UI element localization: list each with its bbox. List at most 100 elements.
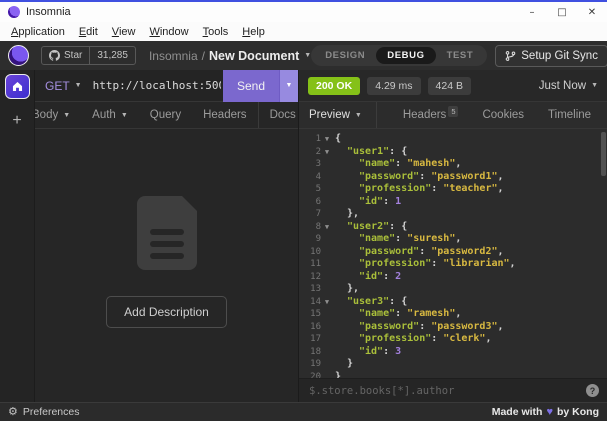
scrollbar-thumb[interactable] [601, 132, 606, 176]
response-tab-cookies[interactable]: Cookies [470, 102, 536, 128]
maximize-icon[interactable]: □ [547, 2, 577, 22]
method-selector[interactable]: GET [45, 79, 70, 93]
request-body-pane: Add Description [35, 129, 298, 402]
status-bar: ⚙ Preferences Made with ♥ by Kong [0, 402, 607, 421]
fold-toggle-icon[interactable]: ▼ [321, 296, 333, 309]
menu-item-edit[interactable]: Edit [72, 26, 105, 38]
github-star-button[interactable]: Star [42, 47, 89, 64]
request-tabs: Body▼Auth▼QueryHeadersDocs [35, 102, 298, 129]
mode-tab-design[interactable]: DESIGN [314, 47, 376, 64]
minimize-icon[interactable]: – [517, 2, 547, 22]
menu-item-help[interactable]: Help [235, 26, 272, 38]
add-workspace-button[interactable]: + [12, 112, 21, 130]
window-controls: – □ ✕ [517, 2, 607, 22]
git-branch-icon [505, 50, 516, 62]
code-text: }, [333, 208, 359, 221]
mode-tab-test[interactable]: TEST [436, 47, 485, 64]
code-line: 19} [299, 358, 607, 371]
code-line: 3 "name": "mahesh", [299, 158, 607, 171]
insomnia-logo-icon [8, 45, 29, 66]
code-line: 11"profession": "librarian", [299, 258, 607, 271]
code-line: 13}, [299, 283, 607, 296]
code-text: }, [333, 283, 359, 296]
line-number: 12 [299, 271, 321, 284]
code-line: 14▼"user3": { [299, 296, 607, 309]
line-number: 3 [299, 158, 321, 171]
add-description-button[interactable]: Add Description [106, 296, 227, 328]
fold-toggle-icon[interactable]: ▼ [321, 133, 333, 146]
time-badge: 4.29 ms [367, 77, 420, 95]
line-number: 9 [299, 233, 321, 246]
star-label: Star [64, 50, 82, 61]
home-button[interactable] [5, 74, 30, 99]
code-line: 8▼"user2": { [299, 221, 607, 234]
code-line: 16"password": "password3", [299, 321, 607, 334]
request-tab-auth[interactable]: Auth▼ [81, 102, 139, 128]
fold-spacer [321, 358, 333, 371]
send-button[interactable]: Send [223, 70, 279, 102]
breadcrumb[interactable]: Insomnia / New Document ▼ [149, 49, 311, 63]
url-bar: GET ▼ Send ▼ [35, 70, 298, 102]
github-icon [49, 50, 60, 61]
fold-spacer [321, 346, 333, 359]
response-history-dropdown[interactable]: Just Now ▼ [539, 80, 598, 92]
request-tab-body[interactable]: Body▼ [35, 102, 81, 128]
code-line: 6"id": 1 [299, 196, 607, 209]
insomnia-window: Insomnia – □ ✕ ApplicationEditViewWindow… [0, 0, 607, 421]
response-tab-timeline[interactable]: Timeline [536, 102, 603, 128]
request-tab-headers[interactable]: Headers [192, 102, 257, 128]
response-tab-preview[interactable]: Preview▼ [299, 102, 377, 128]
response-meta-bar: 200 OK 4.29 ms 424 B Just Now ▼ [299, 70, 607, 102]
heart-icon: ♥ [546, 406, 553, 418]
fold-spacer [321, 208, 333, 221]
code-text: "profession": "clerk", [333, 333, 491, 346]
response-filter-input[interactable] [307, 384, 580, 398]
window-title: Insomnia [26, 6, 71, 18]
line-number: 18 [299, 346, 321, 359]
code-line: 17"profession": "clerk", [299, 333, 607, 346]
line-number: 6 [299, 196, 321, 209]
github-star-widget[interactable]: Star 31,285 [41, 46, 136, 65]
line-number: 1 [299, 133, 321, 146]
star-count[interactable]: 31,285 [89, 47, 135, 64]
menu-item-application[interactable]: Application [4, 26, 72, 38]
code-line: 10"password": "password2", [299, 246, 607, 259]
chevron-down-icon: ▼ [121, 112, 128, 119]
response-preview: 1▼{2▼"user1": {3"name": "mahesh",4"passw… [299, 129, 607, 378]
code-text: "user1": { [333, 146, 407, 159]
help-icon[interactable]: ? [586, 384, 599, 397]
code-text: } [333, 358, 353, 371]
response-tab-headers[interactable]: Headers5 [391, 102, 471, 128]
mode-tab-debug[interactable]: DEBUG [376, 47, 435, 64]
menu-item-tools[interactable]: Tools [196, 26, 236, 38]
fold-toggle-icon[interactable]: ▼ [321, 221, 333, 234]
fold-spacer [321, 283, 333, 296]
main-area: + GET ▼ Send ▼ Body▼Auth▼QueryHeadersDoc… [0, 70, 607, 402]
preferences-button[interactable]: Preferences [23, 406, 80, 418]
setup-git-sync-button[interactable]: Setup Git Sync [495, 45, 607, 67]
fold-spacer [321, 271, 333, 284]
send-dropdown-button[interactable]: ▼ [279, 70, 298, 102]
line-number: 4 [299, 171, 321, 184]
by-kong-text: by Kong [557, 406, 599, 418]
code-text: "name": "mahesh", [333, 158, 461, 171]
response-panel: 200 OK 4.29 ms 424 B Just Now ▼ Preview▼… [299, 70, 607, 402]
code-text: } [333, 371, 341, 379]
status-badge: 200 OK [308, 77, 360, 95]
code-line: 12"id": 2 [299, 271, 607, 284]
request-tab-query[interactable]: Query [139, 102, 192, 128]
close-icon[interactable]: ✕ [577, 2, 607, 22]
fold-toggle-icon[interactable]: ▼ [321, 146, 333, 159]
menu-item-window[interactable]: Window [142, 26, 195, 38]
url-input[interactable] [91, 78, 223, 93]
code-text: "password": "password1", [333, 171, 504, 184]
fold-spacer [321, 258, 333, 271]
titlebar: Insomnia – □ ✕ [0, 2, 607, 22]
line-number: 11 [299, 258, 321, 271]
app-header: Star 31,285 Insomnia / New Document ▼ DE… [0, 41, 607, 70]
fold-spacer [321, 233, 333, 246]
menu-item-view[interactable]: View [105, 26, 143, 38]
size-badge: 424 B [428, 77, 471, 95]
request-tab-docs[interactable]: Docs [258, 102, 298, 128]
git-sync-label: Setup Git Sync [521, 50, 598, 62]
